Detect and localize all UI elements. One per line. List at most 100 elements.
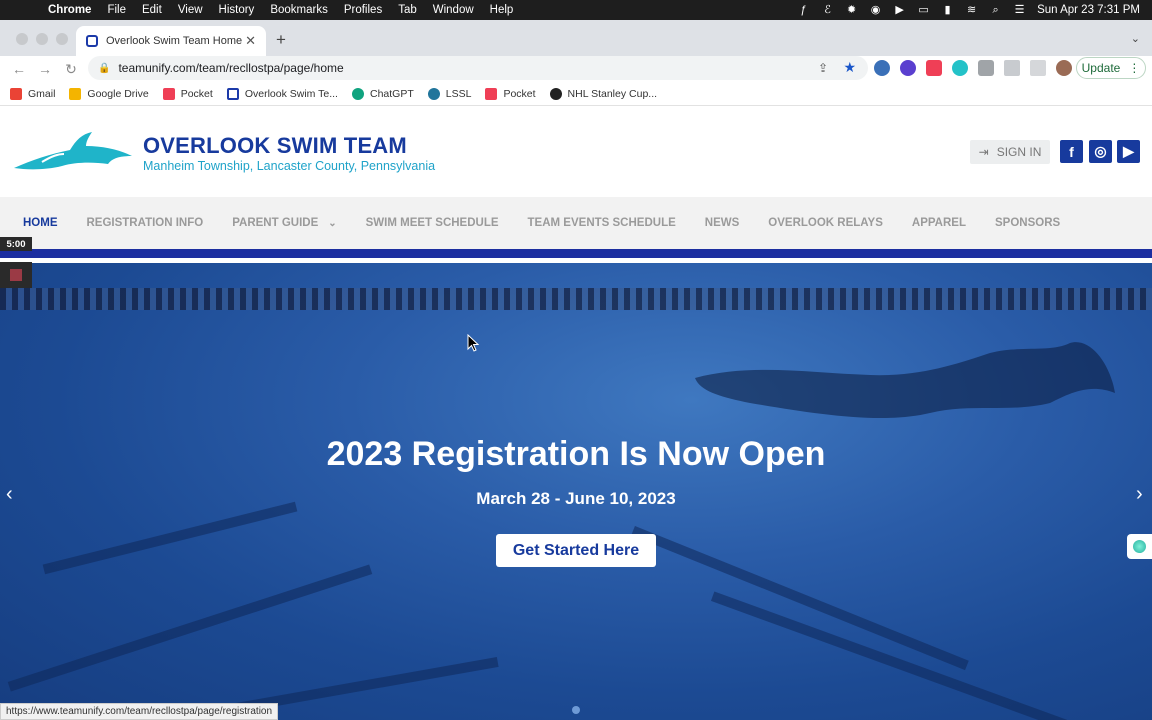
zoom-window-button[interactable] — [56, 33, 68, 45]
bookmark-star-icon[interactable]: ★ — [843, 59, 856, 76]
extension-4-icon[interactable] — [952, 60, 968, 76]
new-tab-plus-icon[interactable]: + — [276, 30, 286, 50]
lane-line — [631, 525, 969, 671]
menu-view[interactable]: View — [170, 4, 211, 16]
url-text[interactable]: teamunify.com/team/recllostpa/page/home — [118, 61, 343, 75]
update-button[interactable]: Update ⋮ — [1076, 57, 1146, 79]
widget-orb-icon — [1133, 540, 1146, 553]
chatgpt-icon — [351, 87, 364, 100]
carousel-dot[interactable] — [572, 706, 580, 714]
bookmark-pocket[interactable]: Pocket — [162, 87, 213, 100]
bookmark-nhl[interactable]: NHL Stanley Cup... — [549, 87, 658, 100]
close-window-button[interactable] — [16, 33, 28, 45]
grammarly-icon[interactable]: ◉ — [869, 4, 882, 16]
lock-icon[interactable]: 🔒 — [98, 63, 110, 74]
nav-swim-meet-schedule[interactable]: SWIM MEET SCHEDULE — [366, 217, 499, 229]
nav-team-events-schedule[interactable]: TEAM EVENTS SCHEDULE — [528, 217, 676, 229]
menu-help[interactable]: Help — [482, 4, 522, 16]
bookmark-google-drive[interactable]: Google Drive — [69, 87, 149, 100]
pocket-extension-icon[interactable] — [926, 60, 942, 76]
carousel-prev-icon[interactable]: ‹ — [6, 483, 13, 506]
bookmark-label: NHL Stanley Cup... — [567, 87, 658, 100]
nav-home[interactable]: HOME — [23, 217, 58, 229]
scribble-icon[interactable]: ℰ — [821, 4, 834, 16]
side-panel-icon[interactable] — [1030, 60, 1046, 76]
bookmark-pocket-2[interactable]: Pocket — [485, 87, 536, 100]
reading-list-icon[interactable] — [1004, 60, 1020, 76]
update-label: Update — [1081, 61, 1121, 75]
get-started-button[interactable]: Get Started Here — [496, 534, 656, 567]
extension-2-icon[interactable] — [900, 60, 916, 76]
tab-strip: Overlook Swim Team Home ✕ + ⌄ — [0, 20, 1152, 56]
carousel-next-icon[interactable]: › — [1136, 483, 1143, 506]
nav-news[interactable]: NEWS — [705, 217, 740, 229]
mouse-cursor-icon — [467, 334, 479, 352]
more-menu-icon[interactable]: ⋮ — [1128, 61, 1140, 75]
bookmark-chatgpt[interactable]: ChatGPT — [351, 87, 414, 100]
bookmark-label: Pocket — [503, 87, 536, 100]
status-bar-url: https://www.teamunify.com/team/recllostp… — [0, 703, 279, 720]
nav-overlook-relays[interactable]: OVERLOOK RELAYS — [768, 217, 883, 229]
figma-icon[interactable]: ƒ — [797, 4, 810, 16]
menu-bookmarks[interactable]: Bookmarks — [262, 4, 336, 16]
brightness-icon[interactable]: ✹ — [845, 4, 858, 16]
menu-edit[interactable]: Edit — [134, 4, 170, 16]
facebook-icon[interactable]: f — [1060, 140, 1083, 163]
profile-avatar[interactable] — [1056, 60, 1072, 76]
macos-menubar: Chrome File Edit View History Bookmarks … — [0, 0, 1152, 20]
display-icon[interactable]: ▭ — [917, 4, 930, 16]
gmail-icon — [10, 87, 22, 100]
reload-icon[interactable]: ↻ — [58, 61, 84, 78]
nav-parent-guide[interactable]: PARENT GUIDE ⌄ — [232, 217, 336, 229]
search-icon[interactable]: ⌕ — [989, 4, 1002, 16]
sign-in-label: SIGN IN — [996, 145, 1042, 159]
nhl-icon — [549, 87, 562, 100]
lane-line — [42, 501, 298, 575]
nav-registration-info[interactable]: REGISTRATION INFO — [87, 217, 204, 229]
bookmarks-bar: Gmail Google Drive Pocket Overlook Swim … — [0, 82, 1152, 106]
nav-sponsors[interactable]: SPONSORS — [995, 217, 1060, 229]
side-widget-button[interactable] — [1127, 534, 1152, 559]
hero-banner: 2023 Registration Is Now Open March 28 -… — [0, 263, 1152, 720]
menu-app[interactable]: Chrome — [40, 4, 99, 16]
tab-search-chevron-icon[interactable]: ⌄ — [1131, 32, 1140, 45]
lane-line — [710, 591, 1110, 720]
address-bar[interactable]: 🔒 teamunify.com/team/recllostpa/page/hom… — [88, 56, 868, 80]
menubar-datetime[interactable]: Sun Apr 23 7:31 PM — [1037, 4, 1140, 16]
sign-in-button[interactable]: ⇥ SIGN IN — [970, 140, 1050, 164]
play-icon[interactable]: ▶ — [893, 4, 906, 16]
nav-stripe — [0, 249, 1152, 258]
menu-file[interactable]: File — [99, 4, 134, 16]
stop-recording-button[interactable] — [0, 262, 32, 288]
menu-tab[interactable]: Tab — [390, 4, 425, 16]
window-controls — [16, 33, 68, 45]
dolphin-logo-icon[interactable] — [12, 132, 134, 172]
bookmark-gmail[interactable]: Gmail — [10, 87, 55, 100]
bookmark-label: Overlook Swim Te... — [244, 87, 338, 100]
site-title[interactable]: OVERLOOK SWIM TEAM — [143, 133, 407, 159]
bookmark-lssl[interactable]: LSSL — [427, 87, 471, 100]
back-arrow-icon[interactable]: ← — [6, 61, 32, 77]
minimize-window-button[interactable] — [36, 33, 48, 45]
forward-arrow-icon[interactable]: → — [32, 61, 58, 77]
wifi-icon[interactable]: ≋ — [965, 4, 978, 16]
pocket-icon — [485, 87, 498, 100]
tab-overlook-home[interactable]: Overlook Swim Team Home ✕ — [76, 26, 266, 56]
menu-window[interactable]: Window — [425, 4, 482, 16]
extensions-puzzle-icon[interactable] — [978, 60, 994, 76]
nav-apparel[interactable]: APPAREL — [912, 217, 966, 229]
extensions-row — [874, 60, 1072, 76]
youtube-icon[interactable]: ▶ — [1117, 140, 1140, 163]
menu-history[interactable]: History — [211, 4, 263, 16]
control-center-icon[interactable]: ☰ — [1013, 4, 1026, 16]
close-tab-icon[interactable]: ✕ — [245, 33, 256, 49]
lane-line — [7, 564, 373, 692]
pocket-icon — [162, 87, 175, 100]
site-header: OVERLOOK SWIM TEAM Manheim Township, Lan… — [0, 108, 1152, 197]
extension-1-icon[interactable] — [874, 60, 890, 76]
bookmark-overlook[interactable]: Overlook Swim Te... — [226, 87, 338, 100]
menu-profiles[interactable]: Profiles — [336, 4, 390, 16]
share-icon[interactable]: ⇪ — [818, 61, 828, 75]
instagram-icon[interactable]: ◎ — [1089, 140, 1112, 163]
battery-icon[interactable]: ▮ — [941, 4, 954, 16]
